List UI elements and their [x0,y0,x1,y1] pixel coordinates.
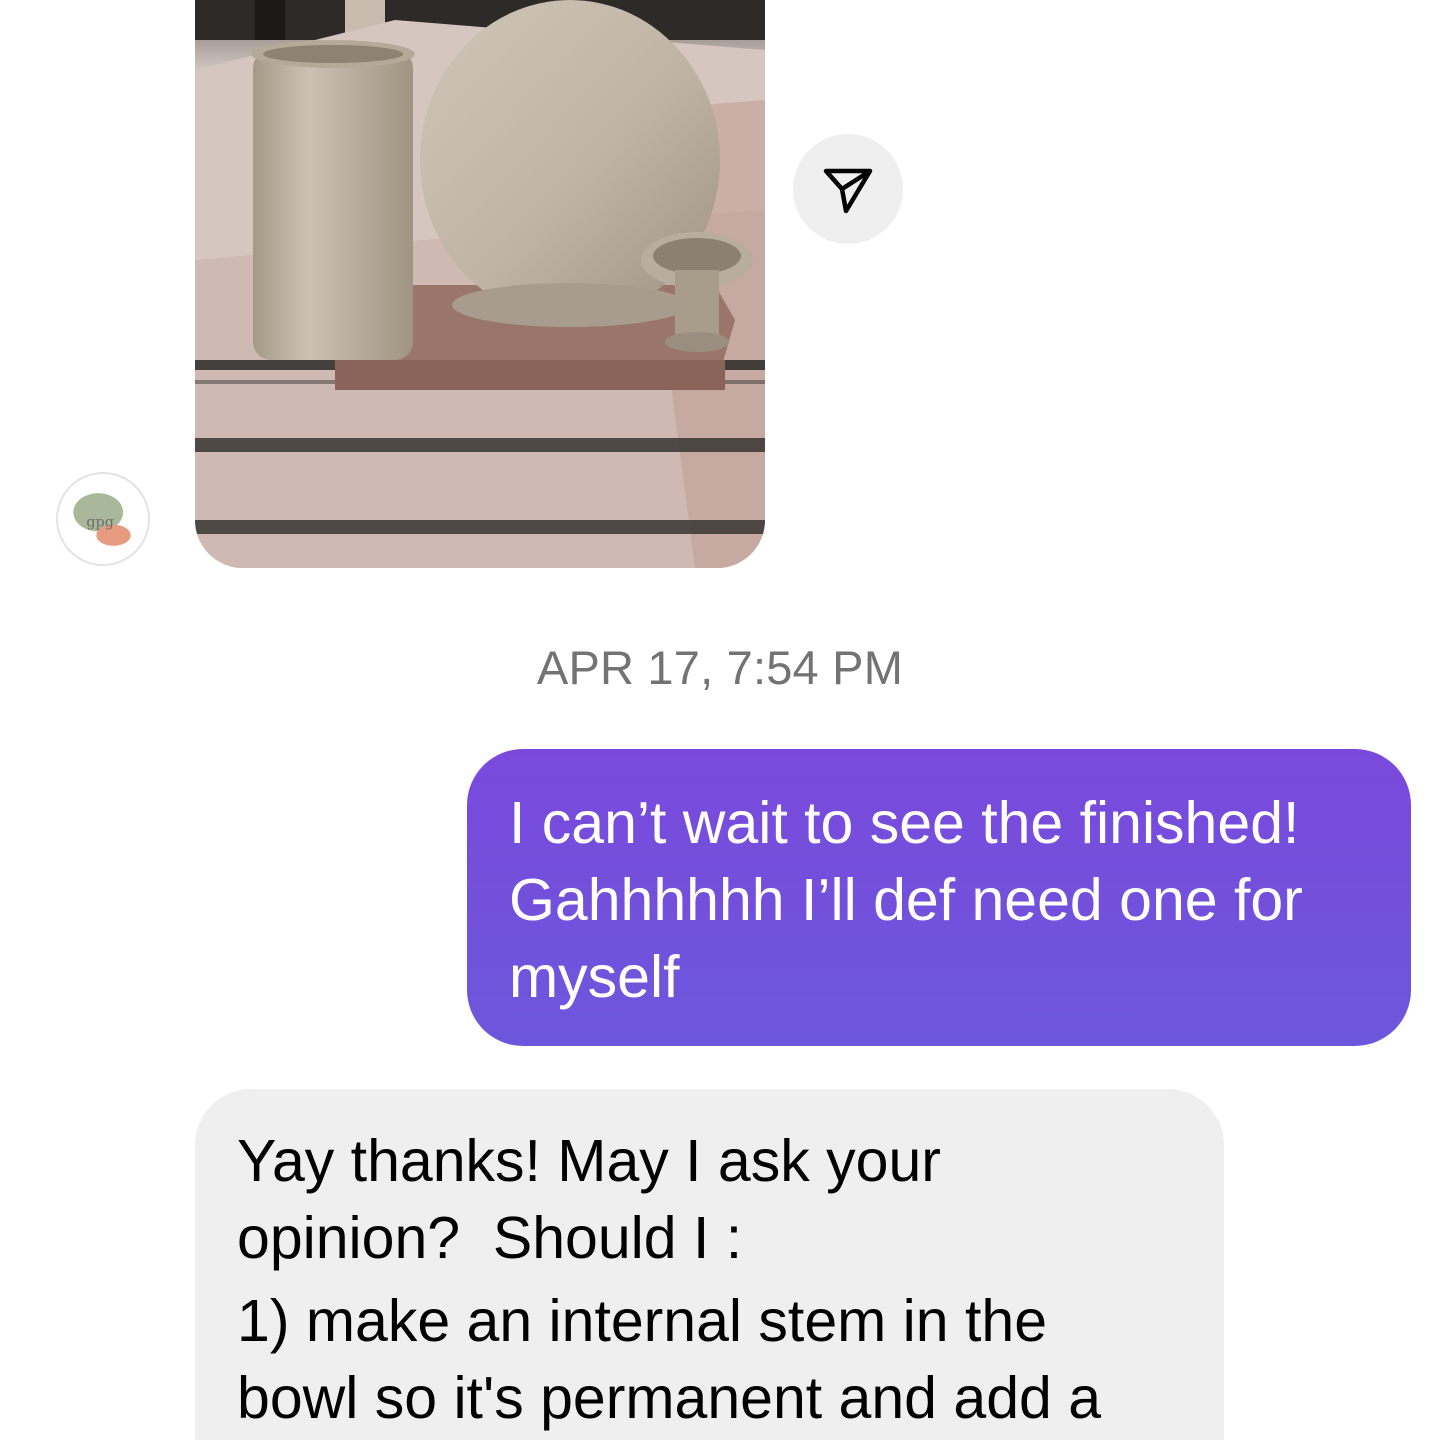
incoming-message-line: Yay thanks! May I ask your [237,1128,941,1194]
incoming-message-line: opinion? Should I : [237,1205,743,1271]
contact-avatar[interactable]: gpg [56,472,150,566]
share-button[interactable] [793,134,903,244]
outgoing-message-line: myself [509,944,680,1010]
message-timestamp: APR 17, 7:54 PM [536,641,904,694]
outgoing-message-bubble[interactable]: I can’t wait to see the finished! Gahhhh… [467,749,1411,1046]
gpg-logo-icon: gpg [60,476,146,562]
incoming-message-bubble[interactable]: Yay thanks! May I ask your opinion? Shou… [195,1089,1224,1440]
incoming-message-line: bowl so it's permanent and add a [237,1365,1102,1431]
avatar-initials: gpg [86,515,114,531]
outgoing-message-line: Gahhhhhh I’ll def need one for [509,867,1303,933]
send-icon [823,168,873,214]
photo-message[interactable] [195,0,765,568]
incoming-message-line: 1) make an internal stem in the [237,1288,1048,1354]
outgoing-message-line: I can’t wait to see the finished! [509,790,1300,856]
chat-screen: gpg APR 17, 7:54 PM I can’t wait to see … [0,0,1440,1440]
pottery-photo [195,0,765,568]
